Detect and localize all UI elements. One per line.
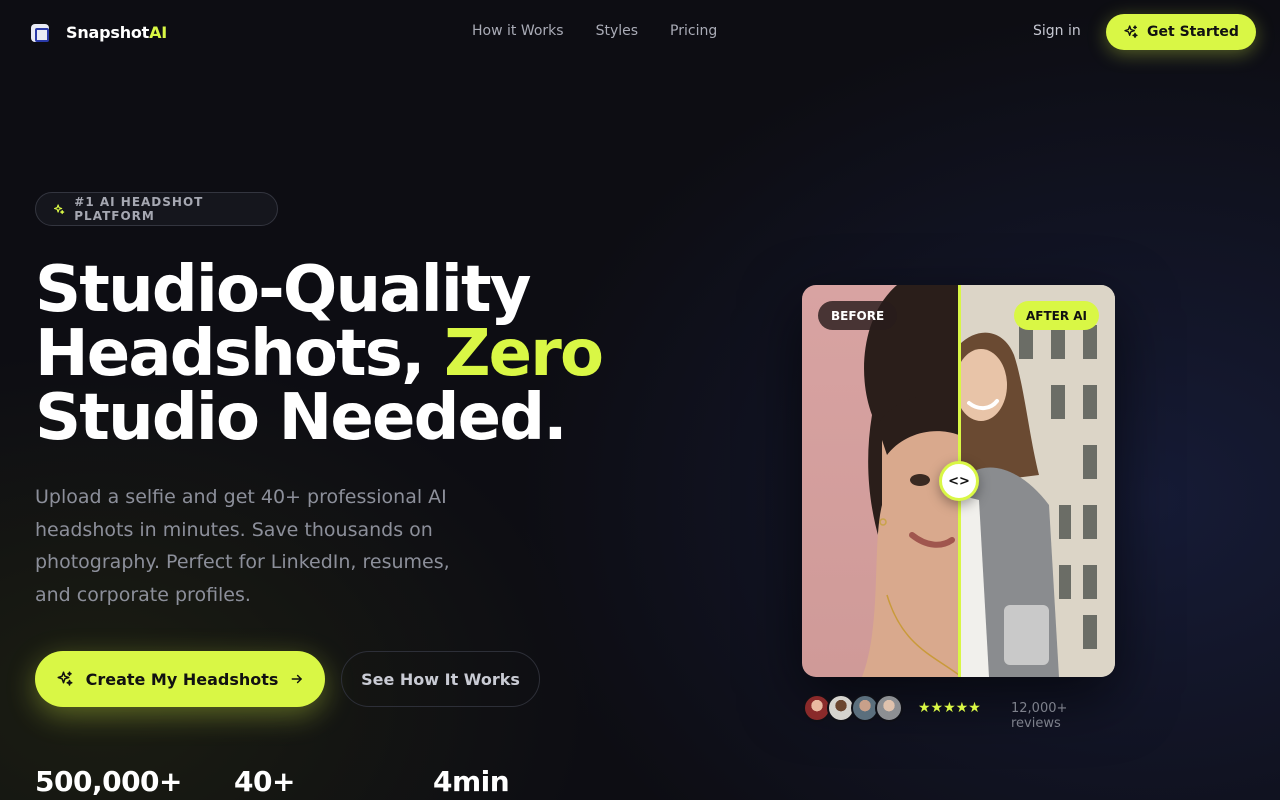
headline-line-2: Headshots, Zero bbox=[35, 317, 604, 391]
sign-in-link[interactable]: Sign in bbox=[1033, 23, 1081, 39]
hero-subtitle: Upload a selfie and get 40+ professional… bbox=[35, 486, 450, 606]
logo-icon bbox=[31, 23, 49, 42]
sparkle-icon bbox=[53, 203, 65, 214]
brand-logo[interactable]: SnapshotAI bbox=[31, 23, 167, 42]
see-how-it-works-label: See How It Works bbox=[361, 669, 520, 689]
top-nav: SnapshotAI How it Works Styles Pricing S… bbox=[0, 0, 1280, 64]
headline-accent: Zero bbox=[444, 317, 604, 391]
get-started-label: Get Started bbox=[1147, 24, 1239, 40]
nav-link-how-it-works[interactable]: How it Works bbox=[472, 23, 564, 39]
stat-time: 4min bbox=[433, 765, 510, 798]
create-headshots-label: Create My Headshots bbox=[85, 669, 279, 689]
headline-line-1: Studio-Quality bbox=[35, 253, 531, 327]
sparkle-icon bbox=[1124, 25, 1138, 38]
headline-line-3: Studio Needed. bbox=[35, 381, 568, 455]
hero-headline: Studio-Quality Headshots, Zero Studio Ne… bbox=[35, 253, 604, 455]
before-photo bbox=[802, 285, 959, 677]
nav-links: How it Works Styles Pricing bbox=[472, 23, 717, 39]
avatar-stack bbox=[803, 694, 903, 722]
compare-handle-icon[interactable]: <> bbox=[939, 461, 979, 501]
arrow-right-icon bbox=[292, 674, 303, 684]
get-started-button[interactable]: Get Started bbox=[1106, 14, 1256, 50]
star-icon: ★★★★★ bbox=[918, 700, 981, 716]
sparkle-icon bbox=[57, 671, 73, 686]
reviews-row: ★★★★★ 12,000+ reviews bbox=[803, 694, 1116, 731]
create-headshots-button[interactable]: Create My Headshots bbox=[35, 651, 325, 707]
nav-link-pricing[interactable]: Pricing bbox=[670, 23, 717, 39]
stat-users: 500,000+ bbox=[35, 765, 183, 798]
badge-text: #1 AI HEADSHOT PLATFORM bbox=[74, 195, 204, 223]
brand-name: SnapshotAI bbox=[66, 23, 168, 42]
before-after-comparison[interactable]: <> BEFORE AFTER AI bbox=[802, 285, 1115, 677]
platform-badge: #1 AI HEADSHOT PLATFORM bbox=[35, 192, 278, 226]
avatar bbox=[875, 694, 903, 722]
see-how-it-works-button[interactable]: See How It Works bbox=[341, 651, 540, 707]
review-count: 12,000+ reviews bbox=[1011, 701, 1068, 731]
before-label: BEFORE bbox=[818, 301, 898, 330]
after-label: AFTER AI bbox=[1013, 301, 1099, 330]
nav-link-styles[interactable]: Styles bbox=[596, 23, 638, 39]
after-photo bbox=[959, 285, 1115, 677]
stat-headshots: 40+ bbox=[234, 765, 295, 798]
